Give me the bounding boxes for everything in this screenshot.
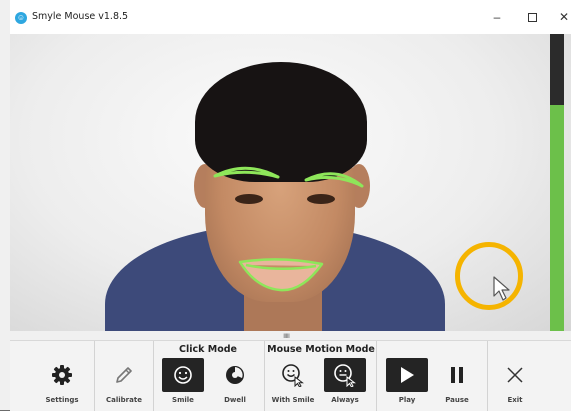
minimize-button[interactable]: –	[483, 8, 511, 26]
divider	[376, 341, 377, 411]
mouse-cursor-icon	[493, 276, 510, 301]
camera-view	[10, 34, 571, 331]
right-eyebrow-outline	[304, 172, 364, 188]
close-icon: ✕	[558, 10, 570, 24]
play-button[interactable]: Play	[382, 341, 432, 411]
divider	[264, 341, 265, 411]
close-icon	[503, 363, 527, 387]
calibrate-label: Calibrate	[106, 396, 142, 404]
maximize-icon	[527, 13, 537, 22]
divider	[94, 341, 95, 411]
smile-cursor-icon	[281, 363, 305, 387]
click-mode-dwell-button[interactable]: Dwell	[210, 341, 260, 411]
smile-icon	[162, 358, 204, 392]
cursor-face-icon	[324, 358, 366, 392]
minimize-icon: –	[493, 10, 501, 24]
smile-icon: ☺	[15, 12, 27, 24]
window-title: Smyle Mouse v1.8.5	[32, 11, 129, 22]
exit-button[interactable]: Exit	[490, 341, 540, 411]
calibrate-button[interactable]: Calibrate	[96, 341, 152, 411]
settings-button[interactable]: Settings	[32, 341, 92, 411]
exit-label: Exit	[507, 396, 523, 404]
pause-label: Pause	[445, 396, 469, 404]
always-label: Always	[331, 396, 359, 404]
smile-level-meter	[550, 34, 564, 331]
close-button[interactable]: ✕	[550, 8, 571, 26]
click-mode-smile-button[interactable]: Smile	[158, 341, 208, 411]
lips-outline	[238, 258, 324, 292]
motion-with-smile-button[interactable]: With Smile	[268, 341, 318, 411]
with-smile-label: With Smile	[271, 396, 315, 404]
dwell-label: Dwell	[224, 396, 246, 404]
app-window: ☺ Smyle Mouse v1.8.5 – ✕ ııııı Settings …	[0, 0, 571, 411]
settings-label: Settings	[45, 396, 79, 404]
play-label: Play	[398, 396, 416, 404]
pause-button[interactable]: Pause	[432, 341, 482, 411]
gear-icon	[50, 363, 74, 387]
maximize-button[interactable]	[518, 8, 546, 26]
left-eyebrow-outline	[213, 166, 280, 179]
smile-label: Smile	[172, 396, 194, 404]
toolbar: Settings Calibrate Click Mode Smile Dwel…	[10, 340, 571, 411]
dwell-icon	[223, 363, 247, 387]
smile-level-fill	[550, 105, 564, 331]
title-bar: ☺ Smyle Mouse v1.8.5 – ✕	[10, 0, 571, 35]
pause-icon	[445, 363, 469, 387]
play-icon	[386, 358, 428, 392]
divider	[487, 341, 488, 411]
motion-always-button[interactable]: Always	[320, 341, 370, 411]
pencil-icon	[112, 363, 136, 387]
